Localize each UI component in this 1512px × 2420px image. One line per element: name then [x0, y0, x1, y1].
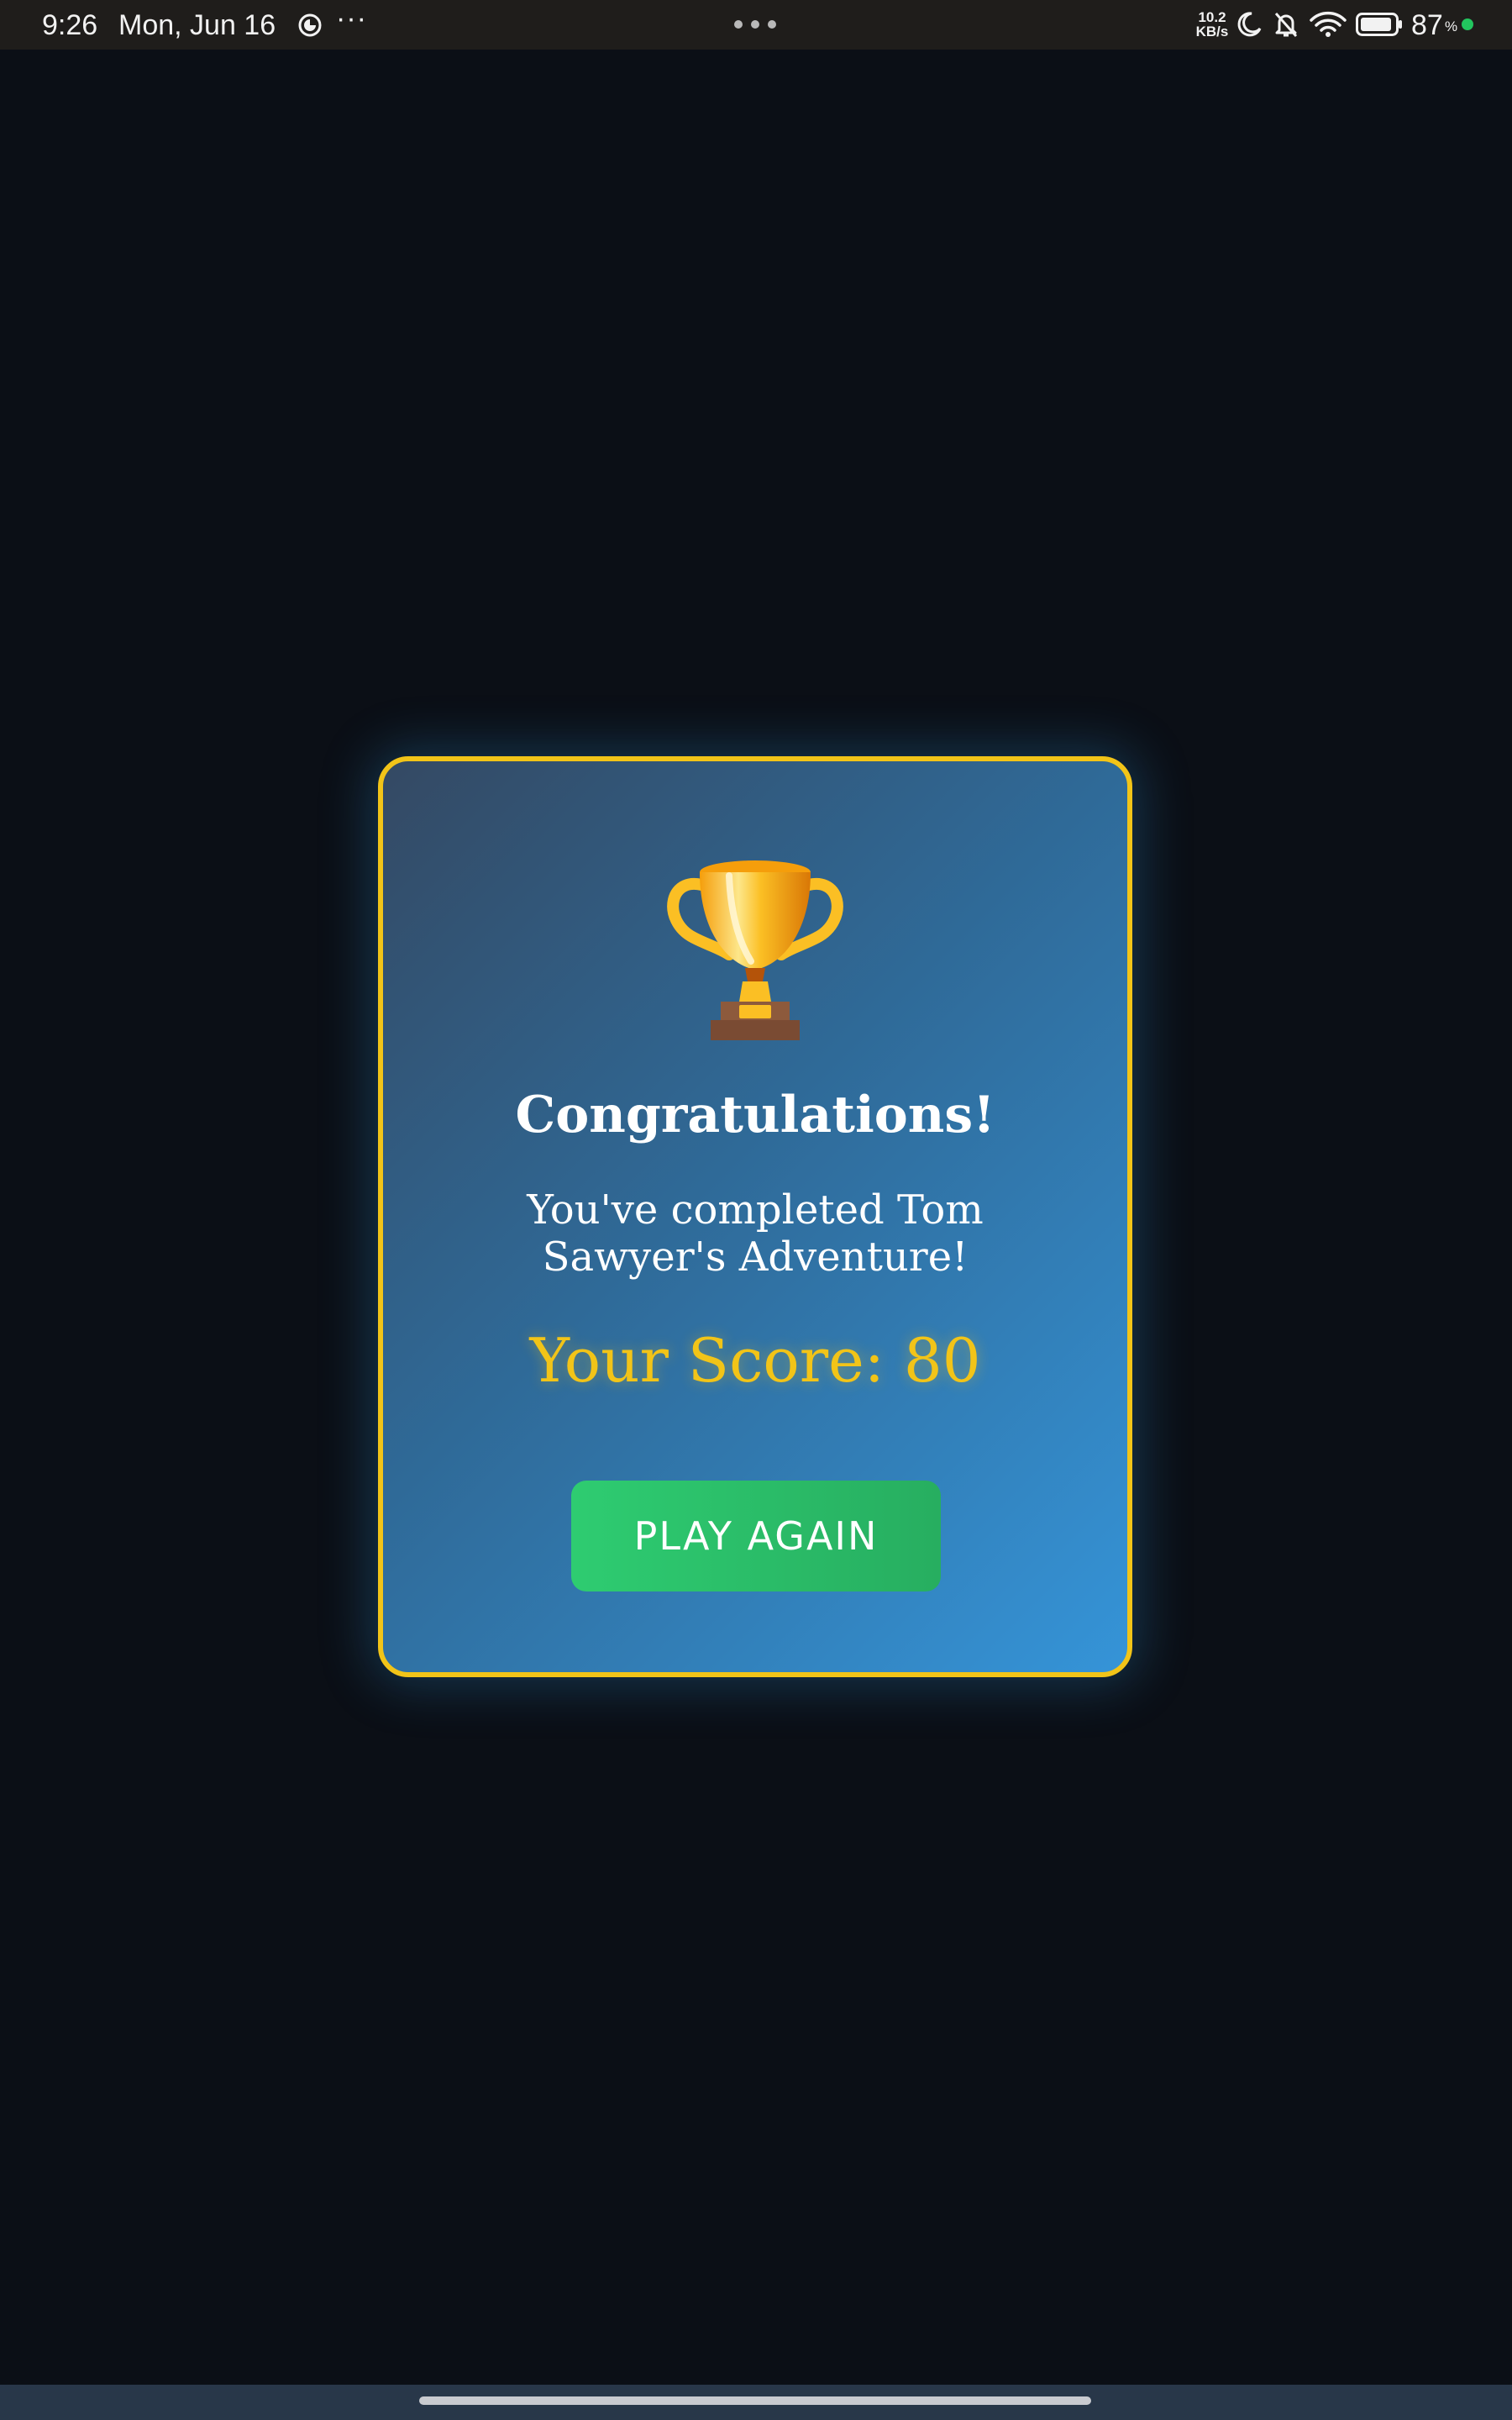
bell-off-icon [1274, 13, 1298, 37]
navigation-bar [0, 2385, 1512, 2420]
home-gesture-handle[interactable] [419, 2396, 1091, 2405]
wifi-icon [1310, 11, 1347, 37]
network-speed-value: 10.2 [1198, 9, 1226, 25]
battery-percent-sign: % [1445, 18, 1458, 34]
play-again-button[interactable]: PLAY AGAIN [571, 1481, 941, 1591]
more-icon: ··· [336, 3, 367, 34]
charging-dot-icon [1462, 18, 1473, 30]
battery-percent: 87 [1411, 9, 1443, 41]
status-time: 9:26 [42, 9, 98, 41]
battery-icon [1356, 13, 1402, 36]
status-date: Mon, Jun 16 [118, 9, 276, 41]
status-bar: 9:26 Mon, Jun 16 ··· 10.2 KB/s 87 % [0, 0, 1512, 50]
score-label: Your Score: [529, 1325, 904, 1396]
trophy-icon [667, 860, 843, 1040]
congratulations-title: Congratulations! [515, 1086, 995, 1144]
network-speed: 10.2 KB/s [1193, 10, 1231, 39]
network-speed-unit: KB/s [1195, 24, 1229, 39]
completion-message: You've completed Tom Sawyer's Adventure! [527, 1186, 984, 1281]
score-value: 80 [903, 1325, 981, 1396]
app-notification-icon [298, 13, 322, 37]
score-display: Your Score: 80 [383, 1324, 1127, 1397]
result-card: Congratulations! You've completed Tom Sa… [378, 756, 1132, 1677]
multiwindow-dots-icon[interactable] [732, 18, 780, 30]
moon-icon [1237, 12, 1262, 37]
